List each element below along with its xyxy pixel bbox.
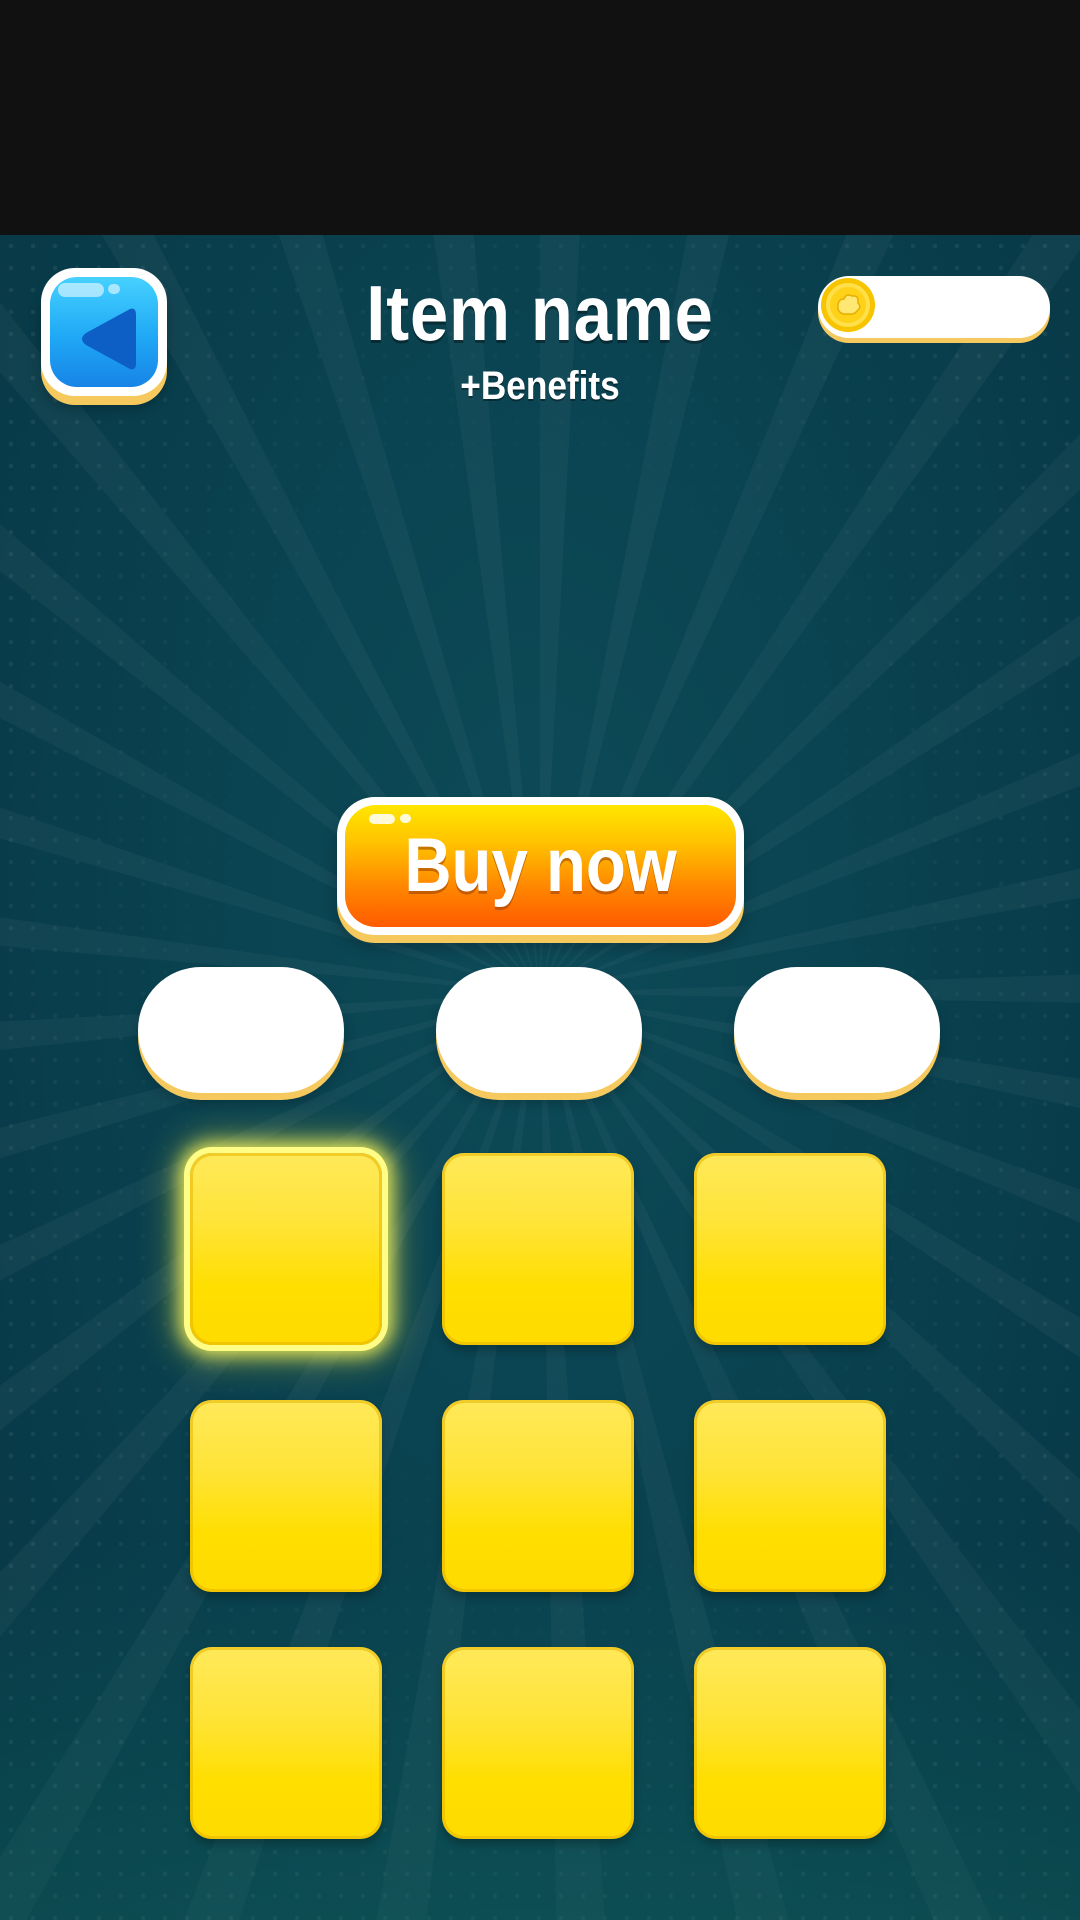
coin-icon — [821, 278, 875, 332]
item-slot-selected[interactable] — [190, 1153, 382, 1345]
item-slot[interactable] — [190, 1400, 382, 1592]
option-pill-3[interactable] — [734, 967, 940, 1093]
item-slot[interactable] — [442, 1647, 634, 1839]
item-slot[interactable] — [694, 1153, 886, 1345]
option-pill-1[interactable] — [138, 967, 344, 1093]
item-slot[interactable] — [442, 1153, 634, 1345]
back-button-face — [50, 277, 158, 387]
back-arrow-icon — [82, 308, 136, 370]
item-slot[interactable] — [442, 1400, 634, 1592]
item-slot[interactable] — [190, 1647, 382, 1839]
buy-now-label: Buy now — [404, 823, 677, 908]
back-button[interactable] — [41, 268, 167, 396]
buy-button-shine-dot — [400, 814, 411, 823]
item-slot[interactable] — [694, 1647, 886, 1839]
back-button-shine-dot — [108, 284, 120, 294]
item-slot[interactable] — [694, 1400, 886, 1592]
buy-now-button-face: Buy now — [345, 805, 736, 927]
item-title: Item name — [366, 269, 714, 357]
back-button-shine — [58, 283, 104, 297]
buy-now-button[interactable]: Buy now — [337, 797, 744, 935]
option-pill-2[interactable] — [436, 967, 642, 1093]
status-bar-area — [0, 0, 1080, 235]
item-benefits: +Benefits — [460, 364, 620, 408]
